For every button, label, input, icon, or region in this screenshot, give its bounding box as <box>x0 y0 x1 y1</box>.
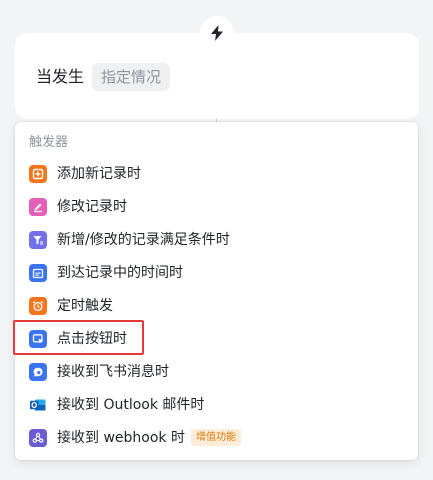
menu-item-label: 到达记录中的时间时 <box>57 264 183 281</box>
message-icon <box>29 362 47 381</box>
menu-item-time-reached[interactable]: 到达记录中的时间时 <box>15 256 418 289</box>
trigger-dropdown: 触发器 添加新记录时 修改记录时 新增/修改的记录满足条件时 到达记录中的时间时… <box>15 122 418 460</box>
menu-item-button-click[interactable]: 点击按钮时 <box>15 322 418 355</box>
bolt-badge <box>200 16 234 50</box>
menu-item-label: 接收到 Outlook 邮件时 <box>57 396 205 413</box>
premium-badge: 增值功能 <box>190 429 241 446</box>
menu-item-label: 接收到 webhook 时 <box>57 429 185 446</box>
menu-item-scheduled[interactable]: 定时触发 <box>15 289 418 322</box>
lightning-icon <box>211 25 223 41</box>
menu-item-label: 添加新记录时 <box>57 165 141 182</box>
menu-item-outlook-mail[interactable]: 接收到 Outlook 邮件时 <box>15 388 418 421</box>
trigger-menu-list: 添加新记录时 修改记录时 新增/修改的记录满足条件时 到达记录中的时间时 定时触… <box>15 157 418 454</box>
menu-item-webhook[interactable]: 接收到 webhook 时 增值功能 <box>15 421 418 454</box>
menu-item-label: 点击按钮时 <box>57 330 127 347</box>
alarm-clock-icon <box>29 296 47 315</box>
menu-item-label: 定时触发 <box>57 297 113 314</box>
menu-item-label: 接收到飞书消息时 <box>57 363 169 380</box>
webhook-icon <box>29 428 47 447</box>
when-label: 当发生 <box>36 67 85 86</box>
add-record-icon <box>29 164 47 183</box>
calendar-icon <box>29 263 47 282</box>
menu-item-condition-met[interactable]: 新增/修改的记录满足条件时 <box>15 223 418 256</box>
outlook-icon <box>29 396 47 414</box>
click-button-icon <box>29 329 47 348</box>
dropdown-header: 触发器 <box>29 135 69 150</box>
menu-item-feishu-message[interactable]: 接收到飞书消息时 <box>15 355 418 388</box>
condition-selector[interactable]: 指定情况 <box>92 63 171 91</box>
menu-item-label: 修改记录时 <box>57 198 127 215</box>
menu-item-edit-record[interactable]: 修改记录时 <box>15 190 418 223</box>
filter-icon <box>29 230 47 249</box>
menu-item-add-record[interactable]: 添加新记录时 <box>15 157 418 190</box>
edit-icon <box>29 197 47 216</box>
menu-item-label: 新增/修改的记录满足条件时 <box>57 231 230 248</box>
